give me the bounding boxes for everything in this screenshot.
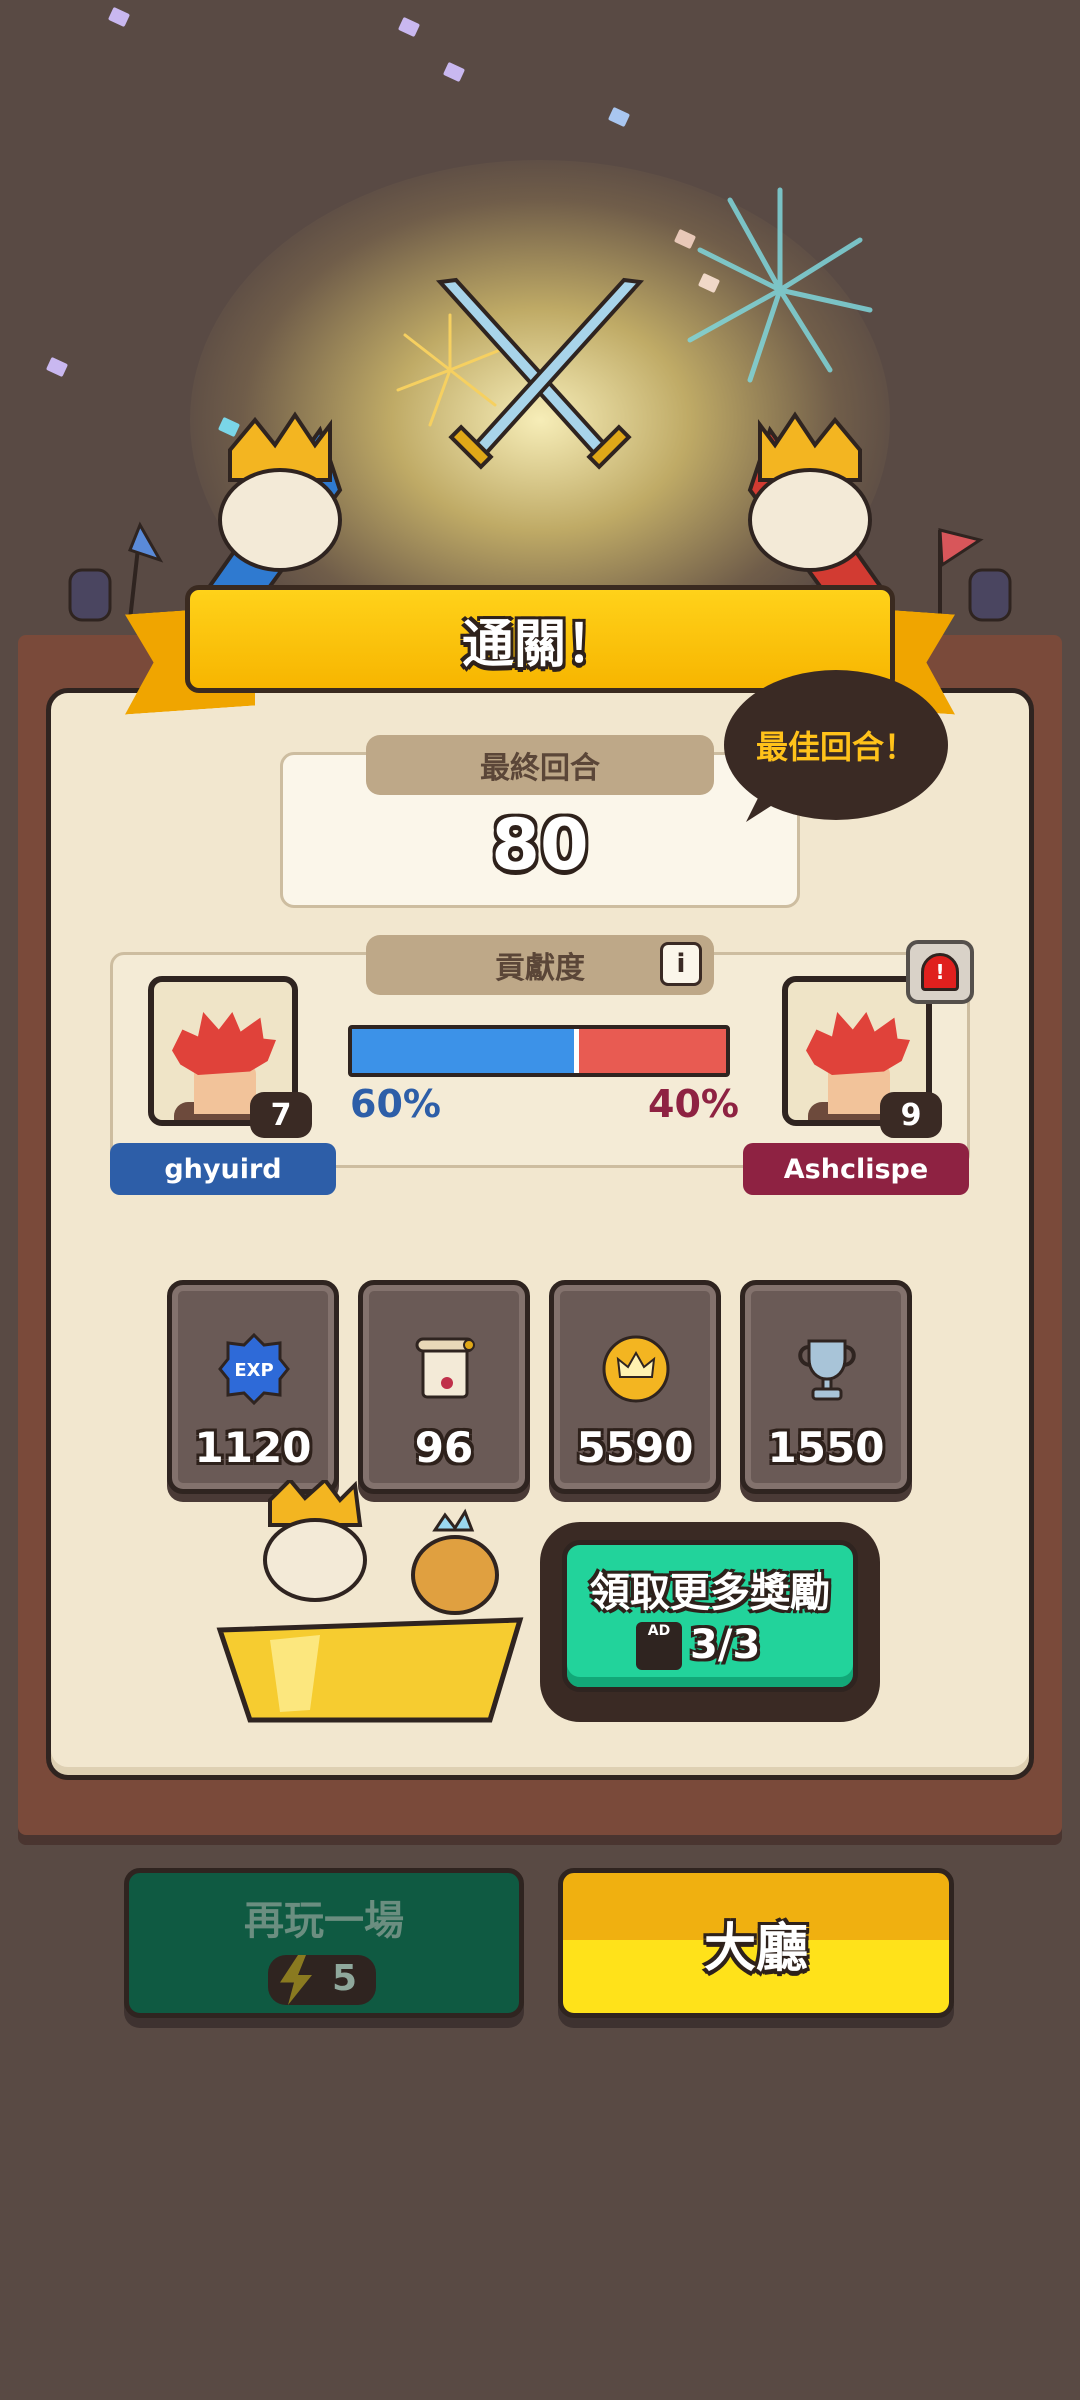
page-title: 通關！: [461, 614, 618, 675]
reward-card-scroll: 96: [358, 1280, 530, 1494]
ad-icon-text: AD: [647, 1623, 671, 1639]
confetti: [107, 6, 131, 28]
reward-value: 1120: [194, 1423, 312, 1472]
reward-card-trophy: 1550: [740, 1280, 912, 1494]
scroll-icon: [415, 1337, 475, 1399]
reward-card-coin: 5590: [549, 1280, 721, 1494]
hair: [172, 1012, 276, 1075]
blue-king: [200, 411, 343, 600]
contribution-percent-right: 40%: [648, 1082, 739, 1126]
play-again-label: 再玩一場: [244, 1898, 404, 1944]
crown-coin-icon: [602, 1335, 670, 1403]
exp-badge-icon: EXP: [218, 1333, 290, 1405]
confetti: [45, 356, 69, 378]
trophy-icon: [798, 1339, 856, 1401]
final-round-value: 80: [491, 804, 589, 886]
contribution-bar: [348, 1025, 730, 1077]
player-name-right: Ashclispe: [743, 1143, 969, 1195]
reward-value: 5590: [576, 1423, 694, 1472]
ad-video-icon: AD: [636, 1622, 682, 1670]
reward-value: 96: [414, 1423, 474, 1472]
lobby-label: 大廳: [703, 1918, 808, 1979]
info-icon[interactable]: i: [660, 942, 702, 986]
player-level-left: 7: [250, 1092, 312, 1138]
red-king: [747, 411, 890, 600]
confetti: [607, 106, 631, 128]
king-and-dog-treasure: [216, 1480, 524, 1723]
reward-value: 1550: [767, 1423, 885, 1472]
firework: [687, 187, 873, 383]
reward-card-exp: EXP 1120: [167, 1280, 339, 1494]
contribution-percent-left: 60%: [350, 1082, 441, 1126]
contribution-bar-left-fill: [352, 1029, 577, 1073]
claim-more-count: 3/3: [690, 1622, 761, 1668]
player-name-left: ghyuird: [110, 1143, 336, 1195]
report-button[interactable]: !: [906, 940, 974, 1004]
player-level-right: 9: [880, 1092, 942, 1138]
lobby-button[interactable]: 大廳: [558, 1868, 954, 2018]
victory-scene: [0, 0, 1080, 640]
svg-text:EXP: EXP: [234, 1360, 273, 1381]
claim-more-label: 領取更多獎勵: [590, 1570, 830, 1616]
energy-cost-value: 5: [332, 1958, 358, 1999]
siren-alarm-icon: !: [921, 953, 959, 991]
hair: [806, 1012, 910, 1075]
confetti: [397, 16, 421, 38]
best-round-badge: 最佳回合！: [724, 670, 948, 820]
contribution-bar-divider: [574, 1029, 579, 1073]
final-round-label: 最終回合: [366, 735, 714, 795]
confetti: [442, 61, 466, 83]
